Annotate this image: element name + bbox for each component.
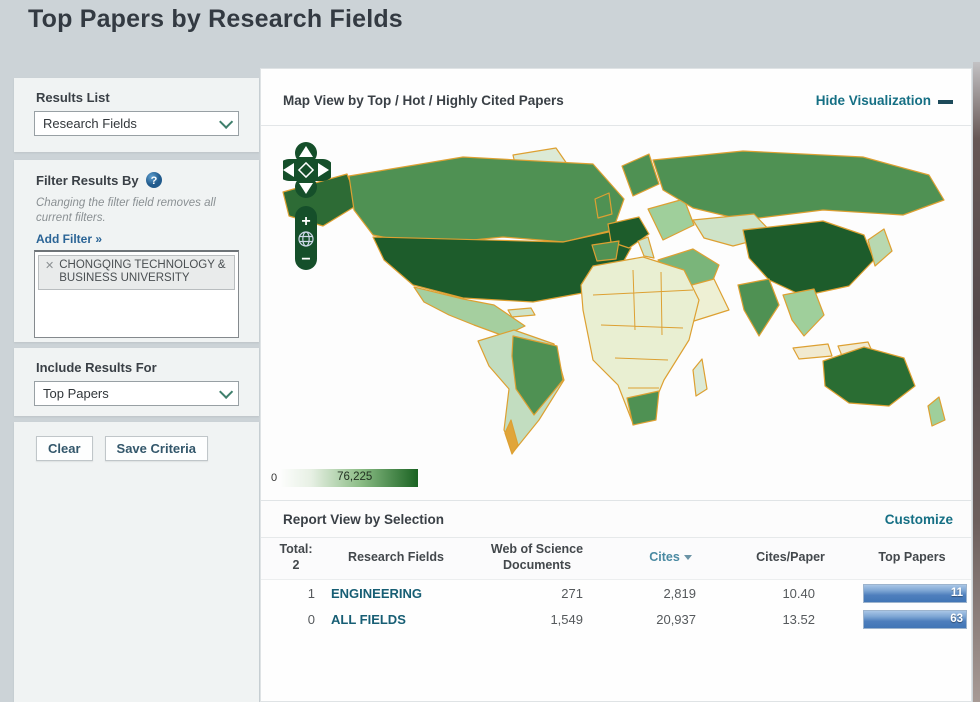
esi-screen: Top Papers by Research Fields Results Li…: [0, 0, 980, 702]
zoom-in-icon: +: [301, 213, 310, 230]
table-header-row: Total: 2 Research Fields Web of Science …: [261, 538, 971, 581]
cites-value: 2,819: [663, 585, 696, 601]
page-title: Top Papers by Research Fields: [28, 5, 403, 33]
sidebar-actions-section: Clear Save Criteria: [14, 422, 259, 702]
results-list-dropdown-value: Research Fields: [43, 116, 137, 131]
top-papers-value: 11: [950, 586, 963, 599]
minus-icon: [938, 99, 953, 104]
col-top-papers: Top Papers: [878, 549, 946, 564]
top-papers-bar-cell: 63: [853, 609, 971, 629]
map-controls[interactable]: + −: [283, 142, 331, 274]
report-header: Report View by Selection Customize: [261, 500, 971, 538]
top-papers-value: 63: [950, 612, 963, 625]
col-cites-sort[interactable]: Cites: [613, 550, 728, 566]
customize-link[interactable]: Customize: [885, 512, 953, 527]
active-filters-box: ✕ CHONGQING TECHNOLOGY & BUSINESS UNIVER…: [34, 249, 239, 338]
legend-min: 0: [271, 472, 278, 484]
top-papers-bar: 63: [863, 609, 967, 629]
col-total: Total: 2: [261, 542, 331, 573]
cites-label: Cites: [649, 549, 680, 564]
results-list-section: Results List Research Fields: [14, 78, 259, 152]
main-panel: Map View by Top / Hot / Highly Cited Pap…: [260, 68, 972, 702]
filter-section: Filter Results By ? Changing the filter …: [14, 160, 259, 342]
row-rank: 1: [307, 585, 315, 601]
cites-per-paper-value: 10.40: [782, 585, 815, 601]
wos-line2: Documents: [502, 557, 572, 572]
legend-max: 76,225: [337, 471, 373, 483]
legend-gradient-bar: 76,225: [281, 469, 419, 487]
wos-line1: Web of Science: [490, 542, 584, 556]
sort-desc-icon: [683, 555, 692, 561]
chevron-down-icon: [219, 114, 234, 129]
zoom-out-icon: −: [301, 251, 310, 268]
hide-visualization-link[interactable]: Hide Visualization: [816, 93, 953, 108]
include-results-section: Include Results For Top Papers: [14, 348, 259, 416]
field-link[interactable]: ALL FIELDS: [331, 612, 461, 627]
report-view-title: Report View by Selection: [283, 512, 445, 527]
filter-note: Changing the filter field removes all cu…: [36, 197, 216, 224]
col-research-fields: Research Fields: [348, 549, 444, 564]
map-view-title: Map View by Top / Hot / Highly Cited Pap…: [283, 93, 564, 108]
filter-label: Filter Results By ?: [14, 160, 259, 194]
filter-chip-label: CHONGQING TECHNOLOGY & BUSINESS UNIVERSI…: [59, 258, 226, 285]
map-legend: 0 76,225: [271, 469, 419, 487]
total-label: Total:: [279, 542, 313, 556]
help-icon[interactable]: ?: [146, 172, 163, 188]
visualization-header: Map View by Top / Hot / Highly Cited Pap…: [261, 69, 971, 126]
wos-documents-value: 1,549: [550, 611, 583, 627]
field-link[interactable]: ENGINEERING: [331, 586, 461, 601]
results-list-label: Results List: [36, 90, 110, 105]
include-results-dropdown-value: Top Papers: [43, 386, 109, 401]
wos-documents-value: 271: [561, 585, 583, 601]
hide-visualization-label: Hide Visualization: [815, 93, 931, 108]
world-map: + − 0 76,225: [261, 126, 971, 500]
clear-button[interactable]: Clear: [36, 436, 93, 461]
col-wos-documents: Web of Science Documents: [461, 542, 613, 573]
cites-per-paper-value: 13.52: [782, 611, 815, 627]
table-row: 1 ENGINEERING 271 2,819 10.40 11: [261, 580, 971, 606]
row-rank: 0: [307, 611, 315, 627]
top-papers-bar-cell: 11: [853, 583, 971, 603]
include-results-dropdown[interactable]: Top Papers: [34, 381, 239, 406]
filter-label-text: Filter Results By: [36, 173, 139, 188]
screen-edge-shadow: [973, 62, 980, 702]
table-row: 0 ALL FIELDS 1,549 20,937 13.52 63: [261, 606, 971, 632]
report-table: Total: 2 Research Fields Web of Science …: [261, 538, 971, 632]
save-criteria-button[interactable]: Save Criteria: [104, 436, 209, 461]
total-value: 2: [292, 557, 300, 572]
filter-chip[interactable]: ✕ CHONGQING TECHNOLOGY & BUSINESS UNIVER…: [38, 254, 235, 291]
results-list-dropdown[interactable]: Research Fields: [34, 111, 239, 136]
cites-value: 20,937: [656, 611, 696, 627]
top-papers-bar: 11: [863, 583, 967, 603]
add-filter-link[interactable]: Add Filter »: [14, 230, 102, 250]
choropleth-map-image[interactable]: [263, 130, 969, 460]
svg-text:?: ?: [151, 175, 158, 187]
remove-filter-icon[interactable]: ✕: [45, 259, 54, 285]
chevron-down-icon: [219, 384, 234, 399]
sidebar: Results List Research Fields Filter Resu…: [14, 70, 259, 702]
col-cites-per-paper: Cites/Paper: [756, 549, 825, 564]
include-results-label: Include Results For: [36, 360, 157, 375]
